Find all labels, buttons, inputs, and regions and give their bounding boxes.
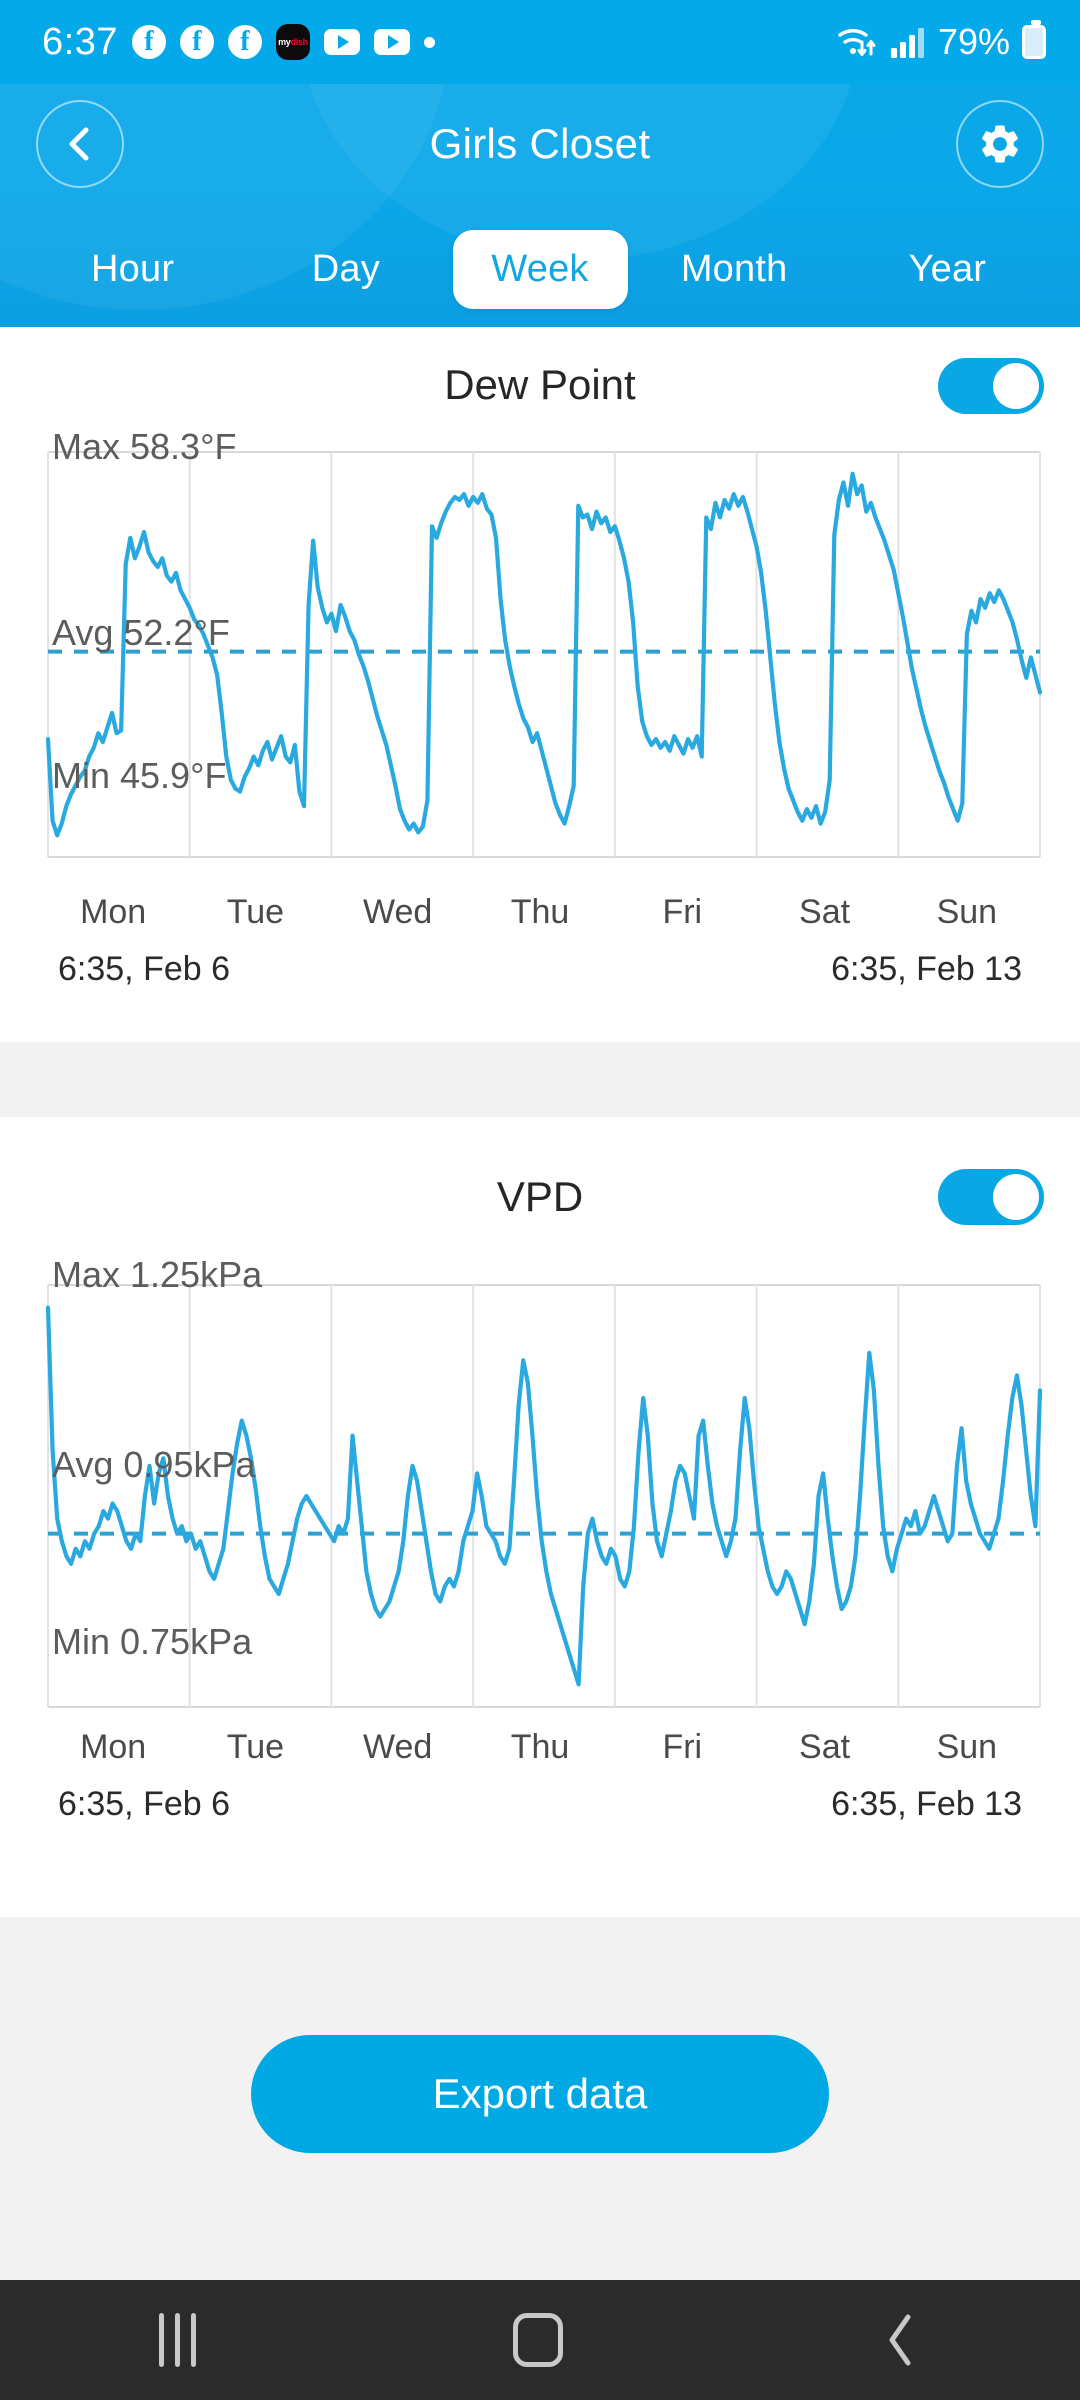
axis-day-label: Sat xyxy=(799,893,851,931)
android-nav-bar xyxy=(0,2280,1080,2400)
axis-day-label: Thu xyxy=(510,893,570,931)
status-bar-right: 79% xyxy=(836,20,1046,63)
youtube-icon xyxy=(323,29,360,55)
axis-day-label: Sun xyxy=(936,893,998,931)
dew-point-title: Dew Point xyxy=(444,360,636,408)
dew-point-range-end: 6:35, Feb 13 xyxy=(831,950,1022,988)
dew-point-plot[interactable]: Max 58.3°F Avg 52.2°F Min 45.9°F xyxy=(0,426,1080,887)
vpd-chart-svg xyxy=(45,1284,1043,1708)
status-bar: 6:37 f f f my dish 79% xyxy=(0,0,1080,84)
axis-day-label: Tue xyxy=(226,893,285,931)
header-bar: Girls Closet xyxy=(0,84,1080,204)
axis-day-label: Thu xyxy=(510,1728,570,1766)
axis-day-label: Wed xyxy=(363,1728,433,1766)
axis-day-label: Sun xyxy=(936,1728,998,1766)
vpd-range-row: 6:35, Feb 6 6:35, Feb 13 xyxy=(0,1767,1080,1824)
axis-day-label: Mon xyxy=(80,893,147,931)
back-icon[interactable] xyxy=(881,2311,921,2369)
more-notifications-dot-icon xyxy=(423,36,435,48)
wifi-icon xyxy=(838,29,876,56)
facebook-icon: f xyxy=(227,25,262,59)
dew-point-toggle[interactable] xyxy=(938,358,1044,414)
battery-percent: 79% xyxy=(937,21,1010,62)
cellular-signal-icon xyxy=(890,28,924,58)
axis-day-label: Fri xyxy=(662,1728,703,1766)
dew-point-card: Dew Point Max 58.3°F Avg 52.2°F Min 45.9… xyxy=(0,327,1080,1042)
toggle-knob xyxy=(993,1174,1039,1220)
youtube-icon xyxy=(373,29,410,55)
dew-point-range-row: 6:35, Feb 6 6:35, Feb 13 xyxy=(0,932,1080,989)
vpd-range-end: 6:35, Feb 13 xyxy=(831,1785,1022,1823)
axis-day-label: Wed xyxy=(363,893,433,931)
facebook-icon: f xyxy=(131,25,166,59)
time-range-tabs[interactable]: Hour Day Week Month Year xyxy=(0,212,1080,327)
battery-icon xyxy=(1022,20,1046,59)
dew-point-card-header: Dew Point xyxy=(0,327,1080,442)
facebook-icon: f xyxy=(179,25,214,59)
vpd-plot[interactable]: Max 1.25kPa Avg 0.95kPa Min 0.75kPa xyxy=(0,1254,1080,1722)
tab-hour[interactable]: Hour xyxy=(26,230,239,309)
vpd-title: VPD xyxy=(496,1173,584,1220)
dew-point-range-start: 6:35, Feb 6 xyxy=(58,950,231,988)
vpd-card-header: VPD xyxy=(0,1117,1080,1277)
axis-day-label: Sat xyxy=(799,1728,851,1766)
card-separator xyxy=(0,1042,1080,1117)
vpd-x-axis: Mon Tue Wed Thu Fri Sat Sun xyxy=(0,1728,1080,1767)
mydish-icon: my dish xyxy=(275,24,310,60)
tab-day[interactable]: Day xyxy=(239,230,452,309)
axis-day-label: Tue xyxy=(226,1728,285,1766)
dew-point-chart-svg xyxy=(45,451,1043,858)
status-time: 6:37 xyxy=(42,20,118,63)
export-data-button[interactable]: Export data xyxy=(251,2035,829,2153)
home-icon[interactable] xyxy=(513,2313,564,2367)
tab-year[interactable]: Year xyxy=(841,230,1054,309)
toggle-knob xyxy=(993,363,1039,409)
dew-point-x-axis: Mon Tue Wed Thu Fri Sat Sun xyxy=(0,893,1080,932)
axis-day-label: Mon xyxy=(80,1728,147,1766)
vpd-range-start: 6:35, Feb 6 xyxy=(58,1785,231,1823)
recents-icon[interactable] xyxy=(158,2313,196,2367)
page-title: Girls Closet xyxy=(429,120,651,167)
vpd-card: VPD Max 1.25kPa Avg 0.95kPa Min 0.75kPa … xyxy=(0,1117,1080,1917)
status-bar-left: 6:37 f f f my dish xyxy=(42,21,435,64)
vpd-toggle[interactable] xyxy=(938,1169,1044,1225)
tab-week[interactable]: Week xyxy=(452,230,628,309)
axis-day-label: Fri xyxy=(662,893,703,931)
tab-month[interactable]: Month xyxy=(628,230,841,309)
